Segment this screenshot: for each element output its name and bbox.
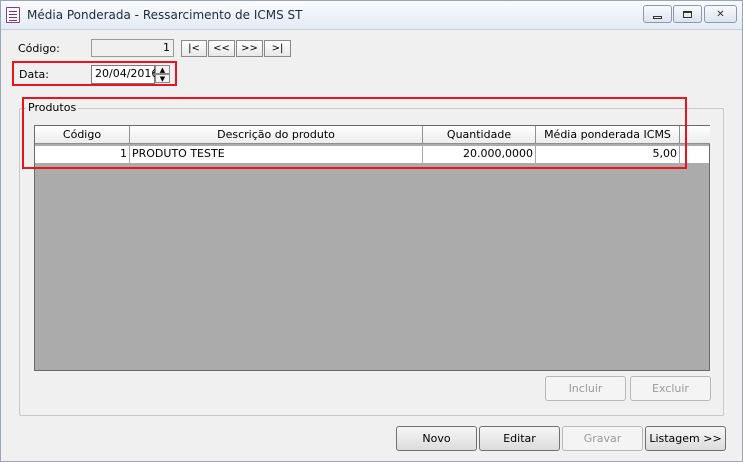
maximize-button[interactable] (673, 5, 702, 23)
data-highlight-box (12, 61, 177, 86)
codigo-label: Código: (18, 42, 60, 55)
minimize-button[interactable] (643, 5, 672, 23)
novo-button[interactable]: Novo (396, 426, 477, 451)
close-button[interactable]: ✕ (704, 5, 737, 23)
last-record-button[interactable]: >| (264, 40, 291, 57)
form-icon (6, 7, 20, 23)
listagem-button[interactable]: Listagem >> (645, 426, 726, 451)
codigo-field: 1 (91, 39, 174, 57)
window-title: Média Ponderada - Ressarcimento de ICMS … (27, 8, 303, 22)
next-record-button[interactable]: >> (236, 40, 263, 57)
previous-record-button[interactable]: << (208, 40, 235, 57)
produtos-highlight-box (22, 97, 687, 169)
first-record-button[interactable]: |< (181, 40, 207, 57)
close-icon: ✕ (716, 8, 725, 20)
gravar-button[interactable]: Gravar (562, 426, 643, 451)
minimize-icon (653, 15, 662, 19)
title-bar[interactable]: Média Ponderada - Ressarcimento de ICMS … (1, 1, 742, 30)
incluir-button[interactable]: Incluir (545, 376, 626, 401)
excluir-button[interactable]: Excluir (630, 376, 711, 401)
editar-button[interactable]: Editar (479, 426, 560, 451)
maximize-icon (683, 10, 692, 18)
main-window: Média Ponderada - Ressarcimento de ICMS … (0, 0, 743, 462)
